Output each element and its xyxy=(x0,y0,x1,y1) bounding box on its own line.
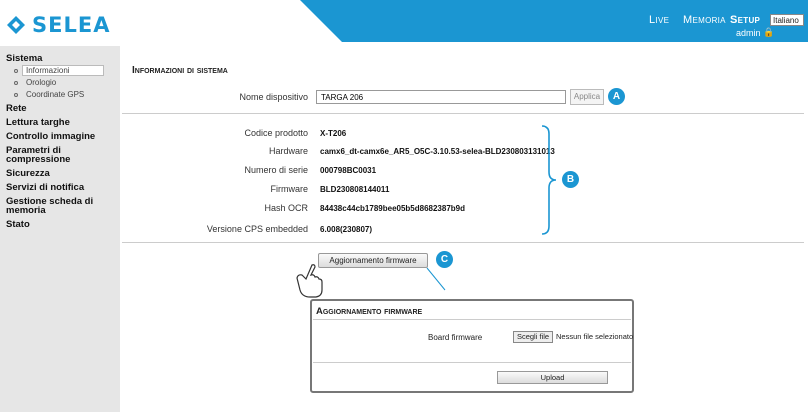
logo-diamond-icon xyxy=(7,16,25,34)
sidebar-subitem-label: Informazioni xyxy=(26,66,70,75)
hand-pointer-icon xyxy=(296,264,323,298)
sidebar-item-gestione-line2[interactable]: memoria xyxy=(6,206,46,216)
nav-memoria[interactable]: Memoria xyxy=(683,14,726,26)
bracket-b xyxy=(541,125,557,235)
apply-button[interactable]: Applica xyxy=(570,89,604,105)
divider xyxy=(122,242,804,243)
user-name: admin xyxy=(736,28,761,38)
sidebar-item-stato[interactable]: Stato xyxy=(6,220,30,230)
upload-button[interactable]: Upload xyxy=(497,371,608,384)
sidebar-subitem-label: Coordinate GPS xyxy=(26,90,85,99)
dialog-title: Aggiornamento firmware xyxy=(316,306,423,317)
callout-badge-a: A xyxy=(608,88,625,105)
sidebar-item-servizi[interactable]: Servizi di notifica xyxy=(6,183,84,193)
ocr-hash-label: Hash OCR xyxy=(264,203,308,213)
device-name-input[interactable] xyxy=(316,90,566,104)
serial-label: Numero di serie xyxy=(244,165,308,175)
serial-value: 000798BC0031 xyxy=(320,166,377,175)
cps-version-value: 6.008(230807) xyxy=(320,225,373,234)
sidebar-item-sicurezza[interactable]: Sicurezza xyxy=(6,169,50,179)
sidebar-subitem-informazioni[interactable]: Informazioni xyxy=(14,66,70,75)
sidebar-item-parametri-line2[interactable]: compressione xyxy=(6,155,70,165)
nav-setup[interactable]: Setup xyxy=(730,14,760,26)
bullet-icon xyxy=(14,80,18,85)
choose-file-button[interactable]: Scegli file xyxy=(513,331,553,343)
sidebar-subitem-coordinate[interactable]: Coordinate GPS xyxy=(14,90,84,99)
sidebar-item-rete[interactable]: Rete xyxy=(6,104,27,114)
logo: SELEA xyxy=(6,12,110,38)
device-name-label: Nome dispositivo xyxy=(239,92,308,102)
product-code-value: X-T206 xyxy=(320,129,347,138)
cps-version-label: Versione CPS embedded xyxy=(206,224,308,234)
product-code-label: Codice prodotto xyxy=(244,128,308,138)
firmware-value: BLD230808144011 xyxy=(320,185,390,194)
no-file-text: Nessun file selezionato xyxy=(556,332,634,341)
lock-icon[interactable]: 🔒 xyxy=(763,27,774,38)
board-firmware-label: Board firmware xyxy=(428,333,483,342)
page-title: Informazioni di sistema xyxy=(132,65,228,76)
sidebar-subitem-label: Orologio xyxy=(26,78,57,87)
sidebar-item-lettura[interactable]: Lettura targhe xyxy=(6,118,70,128)
sidebar-subitem-orologio[interactable]: Orologio xyxy=(14,78,56,87)
bullet-icon xyxy=(14,92,18,97)
firmware-update-button[interactable]: Aggiornamento firmware xyxy=(318,253,428,268)
language-select[interactable]: Italiano xyxy=(770,14,804,26)
hardware-value: camx6_dt-camx6e_AR5_O5C-3.10.53-selea-BL… xyxy=(320,147,555,156)
nav-live[interactable]: Live xyxy=(649,14,669,26)
firmware-label: Firmware xyxy=(270,184,309,194)
divider xyxy=(122,113,804,114)
bullet-icon xyxy=(14,68,18,73)
divider xyxy=(313,319,631,320)
divider xyxy=(313,362,631,363)
callout-line xyxy=(426,267,446,291)
ocr-hash-value: 84438c44cb1789bee05b5d8682387b9d xyxy=(320,204,465,213)
logo-text: SELEA xyxy=(32,13,111,37)
hardware-label: Hardware xyxy=(268,146,308,156)
sidebar-item-sistema[interactable]: Sistema xyxy=(6,54,42,64)
sidebar-item-controllo[interactable]: Controllo immagine xyxy=(6,132,95,142)
callout-badge-b: B xyxy=(562,171,579,188)
